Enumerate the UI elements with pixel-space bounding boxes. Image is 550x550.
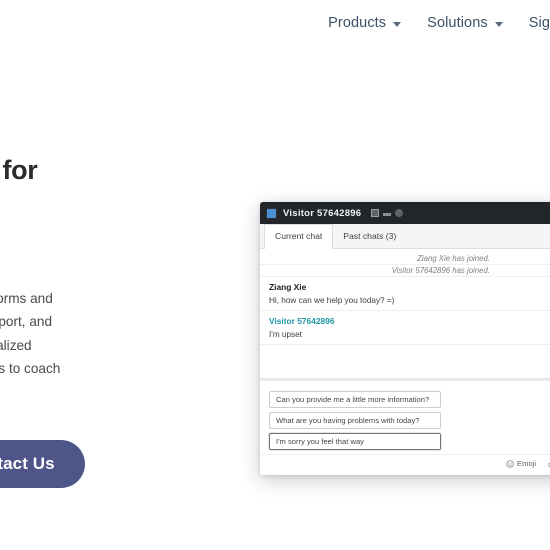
minimize-button[interactable]: [383, 213, 392, 216]
page-title: ng: [0, 56, 222, 118]
nav-item-label: Sig: [528, 15, 550, 31]
emoji-button[interactable]: Emoji: [506, 459, 536, 468]
nav-item-products[interactable]: Products: [328, 15, 402, 31]
nav-item-signin[interactable]: Sig: [529, 15, 550, 31]
hero-subtitle-line: as fast.: [0, 224, 222, 260]
suggested-reply-chip[interactable]: I'm sorry you feel that way: [269, 433, 441, 450]
hero-subtitle: assistant for g teams. as fast.: [0, 152, 222, 261]
emoji-smiley-icon: [506, 459, 514, 468]
suggested-reply-chip[interactable]: Can you provide me a little more informa…: [269, 391, 441, 408]
chat-footer-toolbar: Emoji Rating: [260, 454, 550, 475]
hero-subtitle-line: assistant for: [0, 155, 38, 185]
chevron-down-icon: [494, 21, 503, 27]
nav-item-label: Products: [328, 15, 387, 31]
page-root: Products Solutions Sig ng assistant for …: [0, 0, 550, 550]
chat-message-header: Visitor 57642896 6:51 PM: [269, 316, 550, 326]
chat-window: Visitor 57642896 Current chat Past chats…: [260, 202, 550, 475]
chat-app-icon: [266, 207, 277, 219]
chat-message: Ziang Xie 6:51 PM Hi, how can we help yo…: [260, 277, 550, 311]
transcript-empty-space: [260, 345, 550, 379]
message-author: Ziang Xie: [269, 282, 307, 292]
suggested-reply-chip[interactable]: What are you having problems with today?: [269, 412, 441, 429]
hero-body-line: ly compose personalized: [0, 337, 32, 353]
restore-button[interactable]: [371, 209, 380, 217]
hero-section: ng assistant for g teams. as fast. nd me…: [0, 56, 222, 381]
system-message-text: Ziang Xie has joined.: [417, 254, 490, 263]
chat-message-header: Ziang Xie 6:51 PM: [269, 282, 550, 292]
hero-body-line: nd messaging platforms and: [0, 290, 53, 306]
nav-item-label: Solutions: [427, 15, 488, 31]
chat-transcript: Ziang Xie has joined. 6:50 PM Visitor 57…: [260, 249, 550, 379]
tab-current-chat[interactable]: Current chat: [264, 224, 334, 249]
message-author: Visitor 57642896: [269, 316, 335, 326]
chat-tabs: Current chat Past chats (3): [260, 224, 550, 249]
hero-subtitle-line: g teams.: [0, 188, 222, 224]
emoji-label: Emoji: [517, 459, 537, 468]
window-controls: [371, 209, 404, 217]
hero-body-line: nversational insights to coach: [0, 361, 61, 377]
message-text: I'm upset: [269, 330, 302, 339]
suggested-replies: Can you provide me a little more informa…: [260, 379, 550, 450]
chat-titlebar[interactable]: Visitor 57642896: [260, 202, 550, 224]
top-navigation: Products Solutions Sig: [328, 15, 550, 31]
system-message-row: Ziang Xie has joined. 6:50 PM: [260, 253, 550, 265]
nav-item-solutions[interactable]: Solutions: [427, 15, 503, 31]
chevron-down-icon: [393, 21, 402, 27]
hero-body-line: s to help sales, support, and: [0, 314, 53, 330]
close-button[interactable]: [395, 209, 404, 217]
message-text: Hi, how can we help you today? =): [269, 296, 395, 305]
system-message-text: Visitor 57642896 has joined.: [391, 266, 490, 275]
tab-past-chats[interactable]: Past chats (3): [333, 225, 406, 248]
chat-window-title: Visitor 57642896: [283, 207, 362, 219]
system-message-row: Visitor 57642896 has joined. 6:50 PM: [260, 265, 550, 277]
contact-us-button[interactable]: Contact Us: [0, 440, 85, 488]
hero-body-text: nd messaging platforms and s to help sal…: [0, 287, 222, 381]
chat-message: Visitor 57642896 6:51 PM I'm upset: [260, 311, 550, 345]
